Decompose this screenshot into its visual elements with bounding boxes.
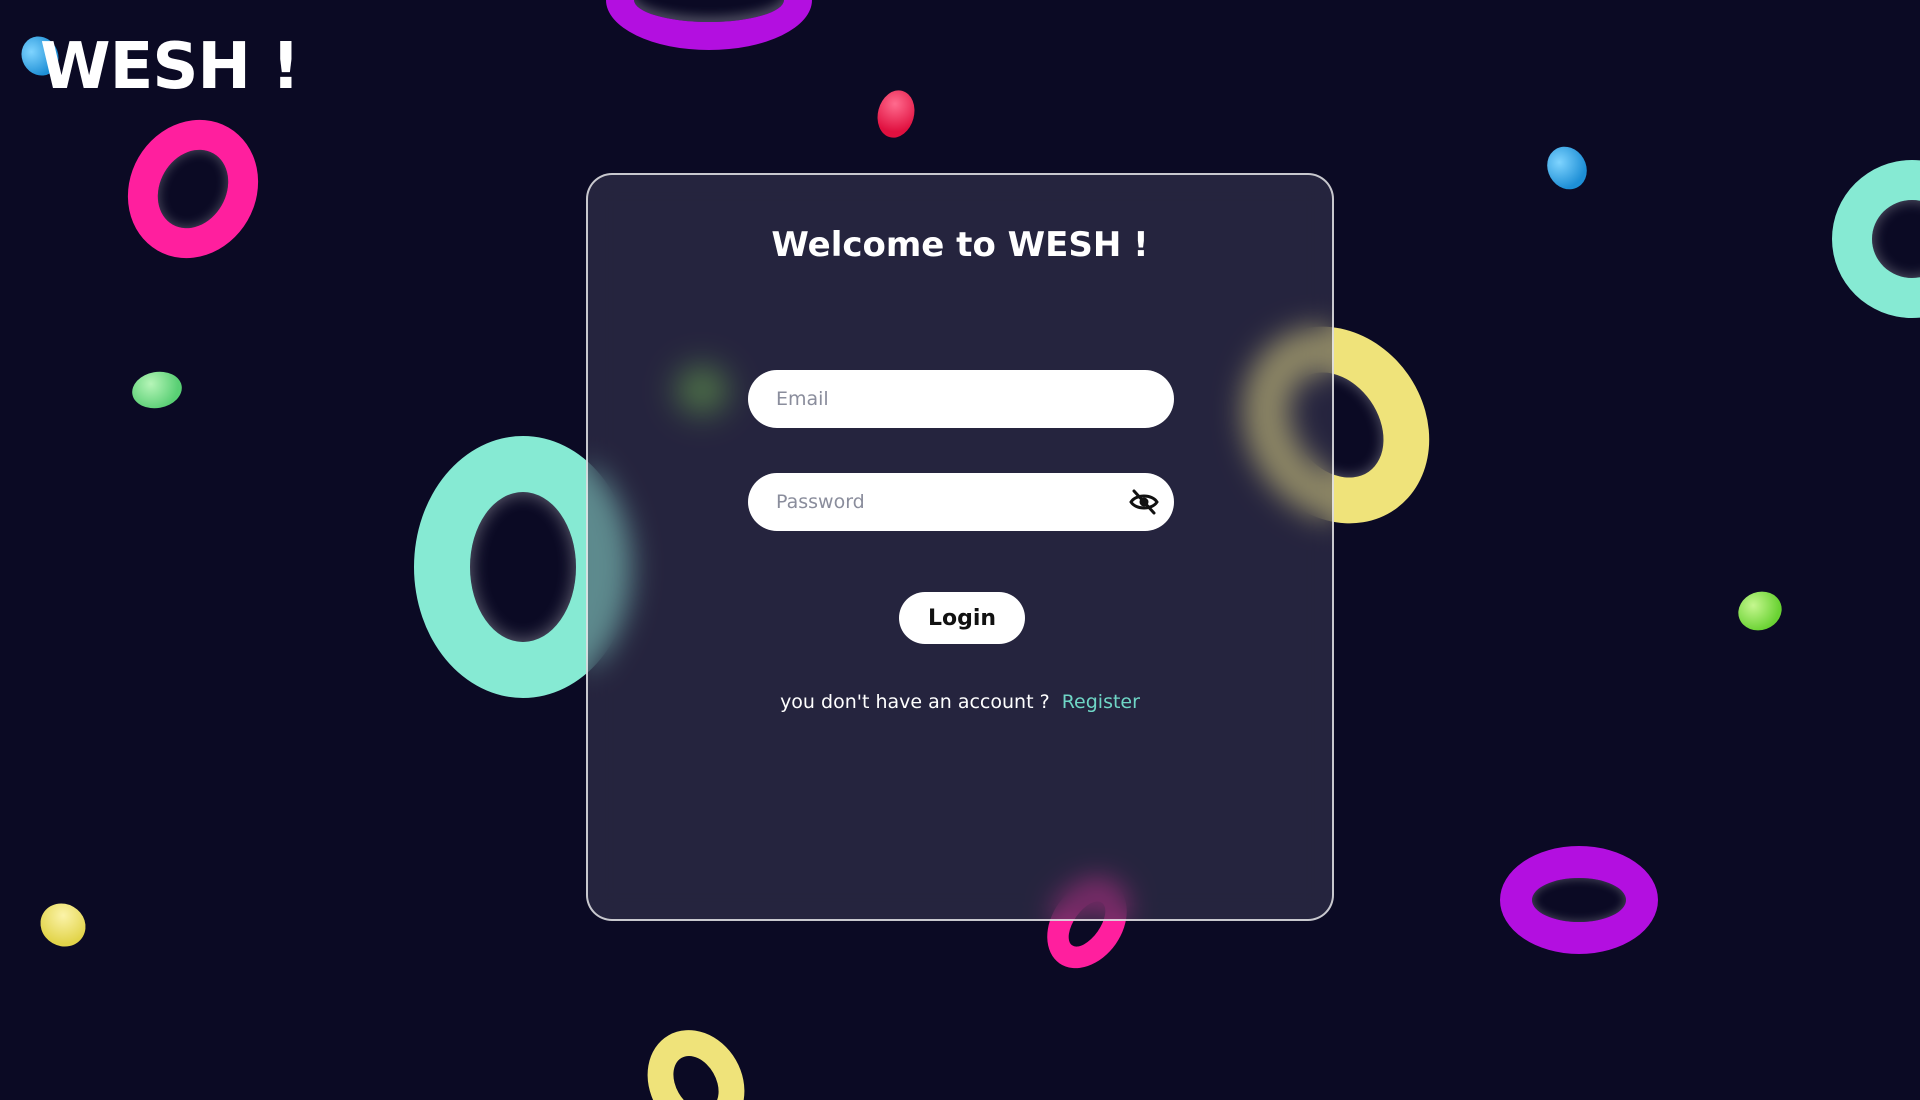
login-card: Welcome to WESH ! Login you don't have a…	[586, 173, 1334, 921]
password-input[interactable]	[776, 473, 1106, 531]
decor-pill-lime-right	[1732, 585, 1788, 637]
decor-donut-purple-bottom	[1500, 846, 1658, 954]
register-line: you don't have an account ? Register	[588, 691, 1332, 713]
password-field-container	[748, 473, 1174, 531]
decor-pill-blue-right	[1539, 139, 1595, 197]
app-logo[interactable]: WESH !	[40, 30, 300, 104]
decor-donut-teal-right	[1832, 160, 1920, 318]
decor-pill-green-left	[129, 367, 185, 413]
decor-donut-purple-top	[606, 0, 812, 50]
welcome-title: Welcome to WESH !	[771, 225, 1149, 265]
decor-pill-red	[872, 86, 920, 142]
decor-donut-pink-left	[102, 96, 284, 282]
register-link[interactable]: Register	[1062, 691, 1140, 713]
eye-slash-icon[interactable]	[1128, 487, 1160, 517]
login-page: WESH ! Welcome to WESH ! Login you don't…	[0, 0, 1920, 1100]
decor-donut-yellow-bottom	[628, 1012, 764, 1100]
decor-pill-yellow-left	[32, 895, 94, 955]
email-field-container	[748, 370, 1174, 428]
email-input[interactable]	[776, 370, 1106, 428]
register-prompt: you don't have an account ?	[780, 691, 1050, 713]
login-button[interactable]: Login	[899, 592, 1025, 644]
